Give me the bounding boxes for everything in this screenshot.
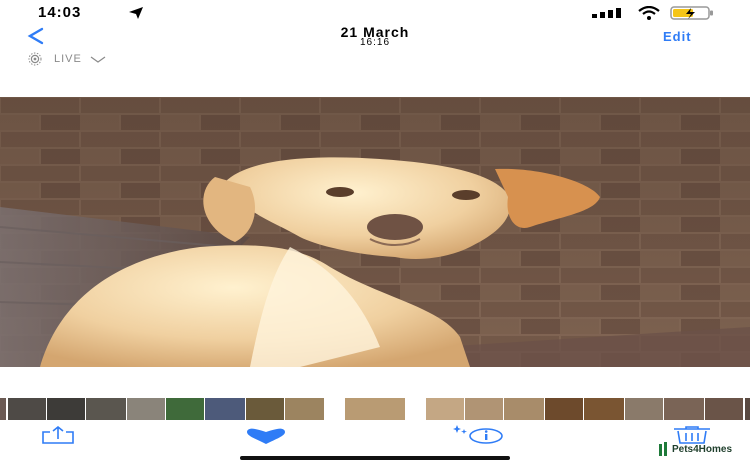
location-arrow-icon [129, 7, 143, 19]
heart-icon[interactable] [246, 428, 286, 444]
share-icon[interactable] [40, 426, 76, 444]
paw-logo-icon [659, 442, 667, 456]
thumbnail-images [0, 398, 750, 420]
watermark: Pets4Homes [658, 442, 732, 456]
dog-photo-drawing [0, 97, 750, 367]
status-bar: 14:03 [0, 0, 750, 26]
live-photo-icon [28, 52, 42, 66]
info-icon[interactable] [452, 424, 504, 444]
home-indicator [240, 456, 510, 460]
chevron-down-icon [90, 56, 106, 63]
battery-charging-icon [670, 6, 713, 20]
edit-button[interactable]: Edit [663, 29, 692, 44]
live-label: LIVE [54, 53, 82, 65]
page-subtitle: 16:16 [359, 37, 391, 48]
status-time: 14:03 [38, 4, 82, 21]
cellular-signal-icon [592, 8, 621, 18]
wifi-icon [638, 6, 660, 20]
thumbnail-strip[interactable] [0, 398, 750, 420]
watermark-text: Pets4Homes [672, 443, 733, 455]
dog-photo[interactable] [0, 97, 750, 367]
live-photo-toggle[interactable]: LIVE [22, 51, 108, 67]
nav-bar: 21 March 16:16 Edit [0, 24, 750, 48]
